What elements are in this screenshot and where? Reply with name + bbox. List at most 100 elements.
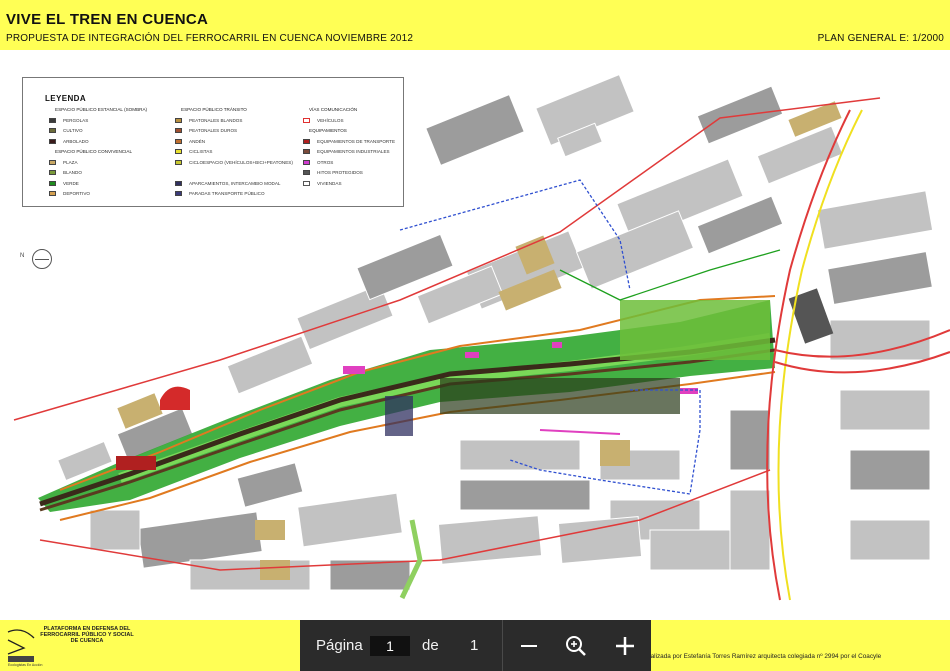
legend-swatch [175,149,182,154]
legend-item: CICLOESPACIO (VEHÍCULOS+BICI+PEATONES) [171,159,293,170]
legend-item: ARBOLADO [45,138,147,149]
legend-item: PEATONALES BLANDOS [171,117,293,128]
legend-item: VIVIENDAS [299,180,395,191]
pdf-page-toolbar: Página de 1 [300,620,651,671]
legend-swatch [49,191,56,196]
zoom-search-icon [566,636,586,656]
legend-item-label: HITOS PROTEGIDOS [317,170,363,175]
park-plaza [620,300,770,360]
city-block [839,389,931,431]
city-block [226,335,314,395]
city-block [459,439,581,471]
red-station [160,386,190,410]
north-label: N [20,253,25,259]
zoom-out-button[interactable] [516,633,542,659]
legend-swatch [175,128,182,133]
legend-swatch [49,170,56,175]
legend-swatch [49,180,56,186]
legend-item-label: PEATONALES DUROS [189,128,238,133]
legend-item: PARADAS TRANSPORTE PÚBLICO [171,190,293,201]
legend-item-label: VIVIENDAS [317,180,342,186]
plaza-block [600,440,630,466]
magenta-facility-1 [343,366,365,374]
document-header: VIVE EL TREN EN CUENCA PROPUESTA DE INTE… [0,0,950,50]
plaza-block [260,560,290,580]
city-block [827,251,933,305]
legend-item-label: BLANDO [63,170,82,175]
legend-item-label: EQUIPAMIENTOS [309,128,347,133]
city-block [557,516,643,564]
legend-swatch [175,117,182,123]
legend-title: LEYENDA [45,94,87,103]
city-block [425,93,525,167]
city-block [729,489,771,571]
legend-section-heading: ESPACIO PÚBLICO ESTANCIAL (SOMBRA) [45,106,147,117]
legend-column-1: ESPACIO PÚBLICO ESTANCIAL (SOMBRA) PERGOL… [45,106,147,201]
north-arrow: N [20,249,56,269]
legend-item: VERDE [45,180,147,191]
map-legend: LEYENDA ESPACIO PÚBLICO ESTANCIAL (SOMBR… [22,77,404,207]
city-block [649,529,731,571]
transport-hub [116,456,156,470]
platform-logo-subtext: Ecologistas En Acción [8,663,43,667]
city-block [459,479,591,511]
city-block [297,492,403,548]
legend-item-label: ESPACIO PÚBLICO CONVIVENCIAL [55,149,133,154]
minus-icon [521,645,537,647]
plus-icon [616,637,634,655]
legend-swatch [49,138,56,144]
legend-swatch [175,180,182,186]
author-credit: Propuesta realizada por Estefanía Torres… [614,653,882,660]
zoom-in-button[interactable] [612,633,638,659]
toolbar-divider [502,620,503,671]
magenta-facility-3 [680,388,698,394]
legend-item [171,169,293,180]
legend-item-label: PARADAS TRANSPORTE PÚBLICO [189,191,265,196]
plan-scale: PLAN GENERAL E: 1/2000 [817,33,944,44]
parking-hub [385,396,413,436]
legend-section-heading: EQUIPAMIENTOS [299,127,395,138]
zoom-fit-button[interactable] [563,633,589,659]
plaza-block [255,520,285,540]
legend-item-label: PERGOLAS [63,117,89,123]
legend-swatch [175,138,182,144]
legend-item-label: CICLISTAS [189,149,213,154]
current-page-input[interactable] [370,636,410,656]
legend-item-label: ARBOLADO [63,138,89,144]
legend-swatch [303,180,310,186]
legend-section-heading: ESPACIO PÚBLICO CONVIVENCIAL [45,148,147,159]
legend-swatch [303,138,310,144]
magenta-facility-2 [465,352,479,358]
slanted-building [788,288,834,344]
legend-item-label: PLAZA [63,159,78,165]
city-block [729,409,771,471]
legend-column-3: VÍAS COMUNICACIÓN VEHÍCULOS EQUIPAMIENTOS E… [299,106,395,190]
legend-swatch [303,170,310,175]
legend-item: APARCAMIENTOS, INTERCAMBIO MODAL [171,180,293,191]
legend-item-label: ESPACIO PÚBLICO TRÁNSITO [181,107,247,112]
platform-logo: PLATAFORMA EN DEFENSA DEL FERROCARRIL PÚ… [4,622,136,669]
legend-swatch [303,149,310,154]
legend-swatch [49,159,56,165]
legend-item: EQUIPAMIENTOS DE TRANSPORTE [299,138,395,149]
legend-item-label: VERDE [63,180,79,186]
city-block [849,449,931,491]
legend-swatch [303,117,310,123]
legend-swatch [303,159,310,165]
legend-item: EQUIPAMIENTOS INDUSTRIALES [299,148,395,159]
legend-swatch [175,159,182,165]
platform-logo-text: PLATAFORMA EN DEFENSA DEL FERROCARRIL PÚ… [40,626,134,645]
legend-item-label: VEHÍCULOS [317,117,344,123]
legend-item-label: ESPACIO PÚBLICO ESTANCIAL (SOMBRA) [55,107,148,112]
total-pages: 1 [470,637,479,654]
legend-item-label: CICLOESPACIO (VEHÍCULOS+BICI+PEATONES) [189,159,293,165]
legend-item-label: EQUIPAMIENTOS DE TRANSPORTE [317,138,396,144]
city-block [829,319,931,361]
legend-item: PERGOLAS [45,117,147,128]
legend-item: PLAZA [45,159,147,170]
legend-swatch [175,191,182,196]
page-of-label: de [422,637,439,654]
legend-item: DEPORTIVO [45,190,147,201]
city-block [189,559,311,591]
page-label: Página [316,637,363,654]
